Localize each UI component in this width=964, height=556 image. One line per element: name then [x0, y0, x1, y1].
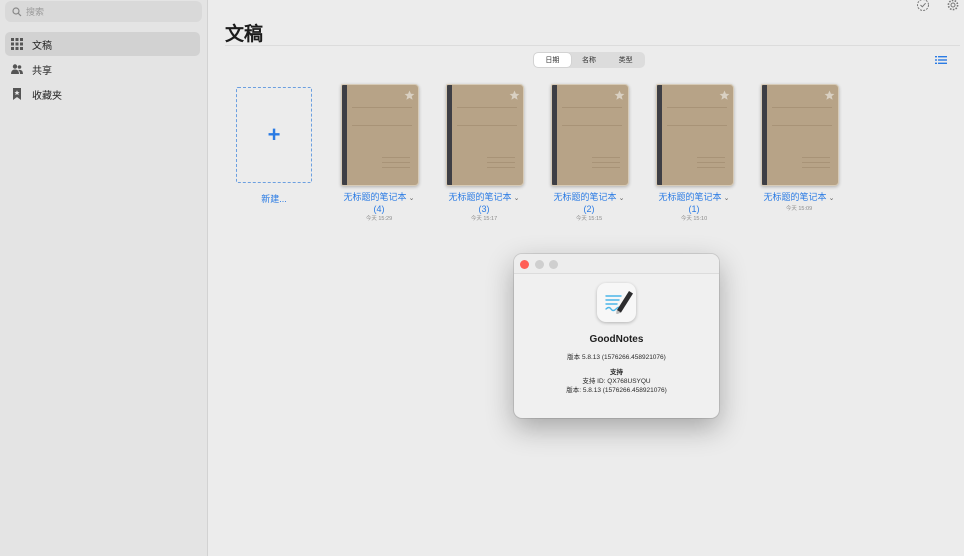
support-version-text: 版本: 5.8.13 (1576266.458921076): [566, 387, 667, 394]
people-icon: [10, 62, 24, 76]
notebook-thumbnail[interactable]: [551, 84, 629, 186]
chevron-down-icon[interactable]: ⌄: [409, 195, 415, 202]
close-button[interactable]: [520, 260, 529, 269]
notebook-spine: [447, 85, 452, 185]
sidebar-item-label: 共享: [32, 65, 52, 77]
sidebar-item-documents[interactable]: 文稿: [5, 32, 200, 56]
sort-by-name-button[interactable]: 名称: [571, 53, 608, 67]
goodnotes-app-icon: [597, 283, 636, 322]
chevron-down-icon[interactable]: ⌄: [514, 195, 520, 202]
star-icon[interactable]: [719, 88, 730, 100]
notebook-timestamp: 今天 15:10: [680, 216, 708, 222]
search-icon: [12, 6, 22, 16]
notebook-timestamp: 今天 15:29: [365, 216, 393, 222]
search-field[interactable]: 搜索: [5, 1, 202, 22]
new-document-button[interactable]: +: [236, 87, 312, 183]
sort-segmented-control: 日期 名称 类型: [533, 52, 645, 68]
notebook-timestamp: 今天 15:17: [470, 216, 498, 222]
chevron-down-icon[interactable]: ⌄: [829, 195, 835, 202]
star-icon[interactable]: [404, 88, 415, 100]
notebook-spine: [762, 85, 767, 185]
title-divider: [225, 45, 960, 46]
notebook-spine: [657, 85, 662, 185]
select-check-icon[interactable]: [916, 0, 930, 12]
dialog-titlebar: [514, 254, 719, 274]
grid-icon: [10, 37, 24, 51]
notebook-spine: [342, 85, 347, 185]
sort-by-type-button[interactable]: 类型: [607, 53, 644, 67]
notebook-spine: [552, 85, 557, 185]
sidebar-item-label: 文稿: [32, 40, 52, 52]
sort-by-date-button[interactable]: 日期: [534, 53, 571, 67]
notebook-thumbnail[interactable]: [446, 84, 524, 186]
notebook-title[interactable]: 无标题的笔记本 ⌄: [749, 192, 849, 204]
gear-icon[interactable]: [946, 0, 960, 12]
bookmark-star-icon: [10, 87, 24, 101]
list-view-icon[interactable]: [935, 53, 947, 65]
notebook-thumbnail[interactable]: [341, 84, 419, 186]
new-document-label[interactable]: 新建...: [236, 192, 312, 205]
star-icon[interactable]: [824, 88, 835, 100]
version-text: 版本 5.8.13 (1576266.458921076): [567, 354, 666, 361]
star-icon[interactable]: [509, 88, 520, 100]
sidebar-item-label: 收藏夹: [32, 90, 62, 102]
notebook-timestamp: 今天 15:15: [575, 216, 603, 222]
sidebar-item-favorites[interactable]: 收藏夹: [5, 82, 200, 106]
sidebar-item-shared[interactable]: 共享: [5, 57, 200, 81]
notebook-thumbnail[interactable]: [656, 84, 734, 186]
sidebar: 搜索 文稿 共享 收藏夹: [0, 0, 208, 556]
star-icon[interactable]: [614, 88, 625, 100]
notebook-thumbnail[interactable]: [761, 84, 839, 186]
page-title: 文稿: [225, 24, 264, 45]
app-name: GoodNotes: [589, 334, 644, 345]
notebook-timestamp: 今天 15:09: [785, 206, 813, 212]
notebook-title[interactable]: 无标题的笔记本 ⌄ (1): [644, 192, 744, 215]
chevron-down-icon[interactable]: ⌄: [724, 195, 730, 202]
chevron-down-icon[interactable]: ⌄: [619, 195, 625, 202]
zoom-button[interactable]: [549, 260, 558, 269]
about-dialog: GoodNotes 版本 5.8.13 (1576266.458921076) …: [514, 254, 719, 418]
plus-icon: +: [267, 122, 281, 147]
notebook-title[interactable]: 无标题的笔记本 ⌄ (3): [434, 192, 534, 215]
search-placeholder: 搜索: [26, 7, 45, 17]
notebook-title[interactable]: 无标题的笔记本 ⌄ (4): [329, 192, 429, 215]
minimize-button[interactable]: [535, 260, 544, 269]
notebook-title[interactable]: 无标题的笔记本 ⌄ (2): [539, 192, 639, 215]
